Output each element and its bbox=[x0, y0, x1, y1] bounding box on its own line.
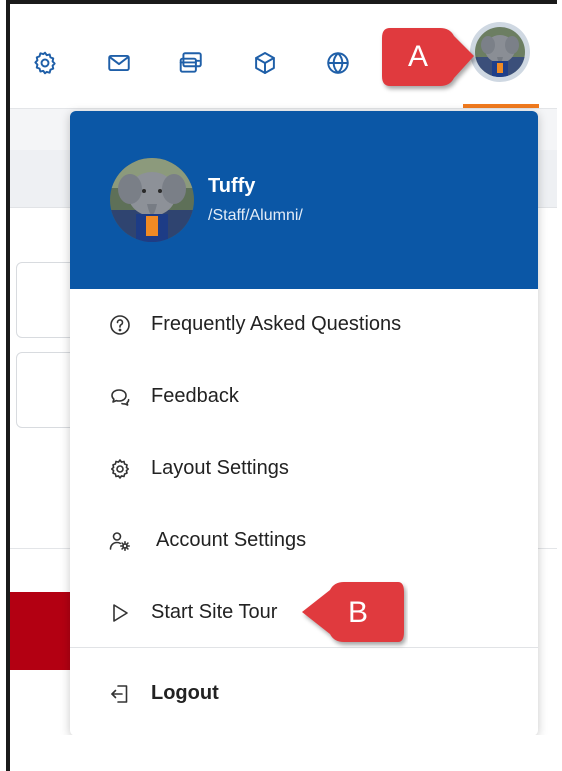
logout-button[interactable]: Logout bbox=[70, 666, 538, 722]
gear-icon bbox=[108, 457, 132, 481]
menu-item-label: Start Site Tour bbox=[151, 601, 278, 623]
callout-a-label: A bbox=[408, 40, 429, 73]
menu-item-label: Feedback bbox=[151, 385, 239, 407]
callout-marker-b: B bbox=[298, 576, 408, 652]
user-name: Tuffy bbox=[208, 175, 256, 197]
avatar bbox=[475, 27, 525, 77]
user-role-path: /Staff/Alumni/ bbox=[208, 207, 303, 224]
menu-item-label: Frequently Asked Questions bbox=[151, 313, 402, 335]
menu-item-label: Layout Settings bbox=[151, 457, 289, 479]
logout-label: Logout bbox=[151, 682, 219, 704]
settings-icon[interactable] bbox=[30, 48, 60, 78]
logout-icon bbox=[108, 682, 132, 706]
play-outline-icon bbox=[108, 601, 132, 625]
question-circle-icon bbox=[108, 313, 132, 337]
frame-border-right bbox=[557, 0, 562, 771]
mail-icon[interactable] bbox=[104, 48, 134, 78]
menu-item-account-settings[interactable]: Account Settings bbox=[70, 513, 538, 569]
profile-header: Tuffy /Staff/Alumni/ bbox=[70, 111, 538, 289]
user-gear-icon bbox=[108, 529, 132, 553]
menu-item-faq[interactable]: Frequently Asked Questions bbox=[70, 297, 538, 353]
user-avatar-button[interactable] bbox=[470, 22, 530, 82]
chat-bubbles-icon bbox=[108, 385, 132, 409]
messages-icon[interactable] bbox=[176, 48, 206, 78]
menu-item-layout-settings[interactable]: Layout Settings bbox=[70, 441, 538, 497]
menu-item-feedback[interactable]: Feedback bbox=[70, 369, 538, 425]
profile-avatar bbox=[110, 158, 194, 242]
globe-icon[interactable] bbox=[323, 48, 353, 78]
page-bottom bbox=[10, 735, 557, 771]
menu-item-label: Account Settings bbox=[156, 529, 307, 551]
callout-marker-a: A bbox=[378, 22, 478, 98]
box-icon[interactable] bbox=[250, 48, 280, 78]
callout-b-label: B bbox=[348, 596, 369, 629]
